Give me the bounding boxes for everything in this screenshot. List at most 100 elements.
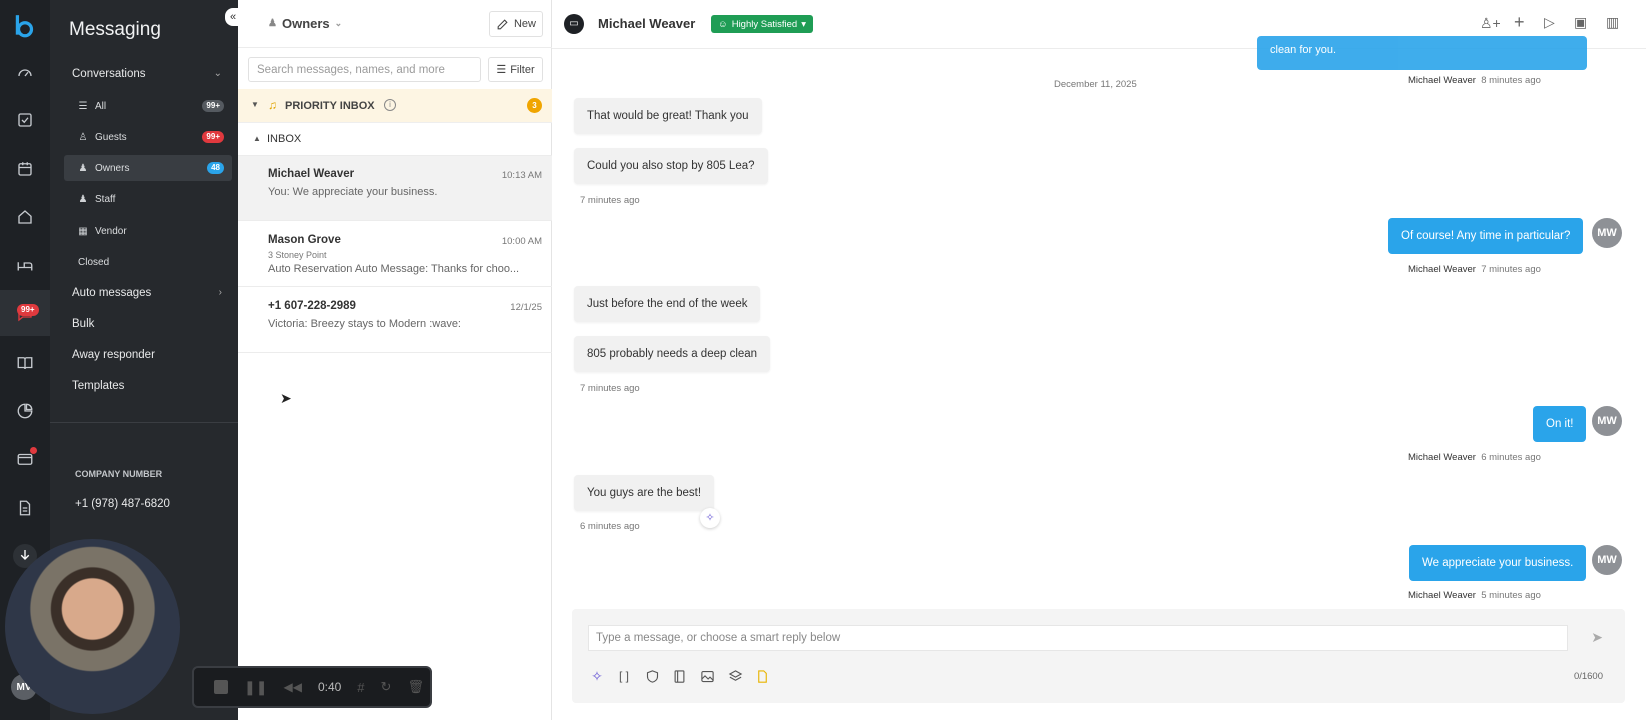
layers-icon[interactable] [726,667,744,685]
screen-recorder-toolbar: ❚❚ ◀◀ 0:40 # ↻ 🗑 [192,666,432,708]
meta-name: Michael Weaver [1408,75,1476,86]
conversation-preview: Victoria: Breezy stays to Modern :wave: [268,318,461,330]
trash-icon[interactable]: 🗑 [407,679,424,695]
stop-icon[interactable] [214,680,228,694]
message-time: 7 minutes ago [580,383,640,394]
sidebar-item-label: Closed [78,256,110,268]
staff-icon: ♟ [78,193,88,205]
sidebar-title: Messaging [69,19,161,40]
bulk-link[interactable]: Bulk [72,318,94,330]
message-bubble-in: That would be great! Thank you [574,98,762,134]
ai-sparkle-icon[interactable]: ✧ [700,508,720,528]
image-icon[interactable] [698,667,716,685]
meta-name: Michael Weaver [1408,590,1476,601]
rewind-icon[interactable]: ◀◀ [283,680,301,694]
message-meta: Michael Weaver 7 minutes ago [1408,264,1541,275]
document-icon[interactable] [753,667,771,685]
conversations-section[interactable]: Conversations [72,68,146,80]
meta-name: Michael Weaver [1408,452,1476,463]
sidebar-item-staff[interactable]: ♟ Staff [64,186,232,212]
plus-icon[interactable]: + [1514,12,1525,33]
brackets-icon[interactable]: [ ] [615,667,633,685]
message-bubble-in: 805 probably needs a deep clean [574,336,771,372]
conversation-list-pane: ♟ Owners ⌄ New Search messages, names, a… [238,0,552,720]
book-icon[interactable] [13,351,37,375]
message-bubble-in: Just before the end of the week [574,286,761,322]
conversation-row[interactable]: +1 607-228-2989 12/1/25 Victoria: Breezy… [238,288,552,353]
calendar-icon[interactable] [13,157,37,181]
sidebar-item-vendor[interactable]: ▦ Vendor [64,218,232,244]
grid-icon[interactable]: # [357,680,364,695]
shield-icon[interactable] [643,667,661,685]
contact-name[interactable]: Michael Weaver [598,16,695,31]
conversation-row[interactable]: Michael Weaver 10:13 AM You: We apprecia… [238,156,552,221]
bell-icon: ♫ [268,98,277,112]
owners-icon: ♟ [78,162,88,174]
send-icon[interactable]: ➤ [1591,629,1603,646]
templates-link[interactable]: Templates [72,380,124,392]
tasks-icon[interactable] [13,108,37,132]
filter-label: Filter [510,63,535,76]
date-divider: December 11, 2025 [1054,79,1137,90]
sender-avatar: MW [1592,406,1622,436]
home-icon[interactable] [13,205,37,229]
inbox-header[interactable]: ▲ INBOX [238,124,552,156]
caret-down-icon: ▼ [251,100,259,109]
sender-avatar: MW [1592,545,1622,575]
documents-icon[interactable] [13,496,37,520]
guest-icon: ♙ [78,131,88,143]
owners-count-badge: 48 [207,162,224,174]
auto-messages-link[interactable]: Auto messages [72,287,151,299]
priority-inbox-header[interactable]: ▼ ♫ PRIORITY INBOX i 3 [238,89,552,123]
archive-icon[interactable]: ▣ [1574,14,1587,31]
restart-icon[interactable]: ↻ [381,679,392,695]
compose-icon [497,18,508,29]
message-input[interactable]: Type a message, or choose a smart reply … [588,625,1568,651]
sidebar-item-guests[interactable]: ♙ Guests 99+ [64,124,232,150]
app-logo[interactable] [12,12,38,40]
filter-button[interactable]: ☰ Filter [488,57,543,82]
ai-reply-icon[interactable]: ✧ [588,667,606,685]
sidebar-item-label: Vendor [95,225,127,237]
filter-icon: ☰ [496,64,507,76]
meta-time: 5 minutes ago [1481,590,1541,601]
char-counter: 0/1600 [1573,671,1603,682]
chat-pane: ▭ Michael Weaver ☺ Highly Satisfied ▾ ♙+… [552,0,1646,720]
messaging-badge: 99+ [17,304,39,316]
sidebar-item-closed[interactable]: Closed [64,249,232,275]
guests-count-badge: 99+ [202,131,224,143]
conversation-preview: Auto Reservation Auto Message: Thanks fo… [268,263,520,275]
sidebar-item-label: Owners [95,162,130,174]
new-conversation-button[interactable]: New [489,11,543,37]
pause-icon[interactable]: ❚❚ [244,679,267,696]
owners-icon: ♟ [268,18,277,29]
add-person-icon[interactable]: ♙+ [1480,15,1501,32]
sender-avatar: MW [1592,218,1622,248]
sidebar-item-all[interactable]: ☰ All 99+ [64,93,232,119]
company-number[interactable]: +1 (978) 487-6820 [75,498,170,510]
search-input[interactable]: Search messages, names, and more [248,57,481,82]
chevron-right-icon[interactable]: › [219,287,222,298]
list-icon: ☰ [78,100,88,112]
priority-inbox-label: PRIORITY INBOX [285,100,375,112]
book-icon[interactable] [670,667,688,685]
owners-dropdown[interactable]: ♟ Owners ⌄ [268,16,342,31]
bed-icon[interactable] [13,254,37,278]
reports-icon[interactable] [13,399,37,423]
conversation-preview: You: We appreciate your business. [268,186,438,198]
panel-toggle-icon[interactable]: ▥ [1606,14,1619,31]
satisfaction-badge[interactable]: ☺ Highly Satisfied ▾ [711,15,813,33]
smile-icon: ☺ [718,18,728,30]
sidebar-item-label: All [95,100,107,112]
info-icon[interactable]: i [384,99,396,111]
dashboard-icon[interactable] [13,61,37,85]
tag-icon[interactable]: ▷ [1544,14,1555,31]
message-meta: Michael Weaver 8 minutes ago [1408,75,1541,86]
conversation-time: 10:00 AM [501,236,542,247]
sidebar-item-owners[interactable]: ♟ Owners 48 [64,155,232,181]
message-bubble-in: You guys are the best! [574,475,715,511]
away-responder-link[interactable]: Away responder [72,349,155,361]
chevron-down-icon[interactable]: ⌄ [214,68,222,79]
conversation-row[interactable]: Mason Grove 10:00 AM 3 Stoney Point Auto… [238,222,552,287]
message-bubble-out: Of course! Any time in particular? [1388,218,1584,254]
